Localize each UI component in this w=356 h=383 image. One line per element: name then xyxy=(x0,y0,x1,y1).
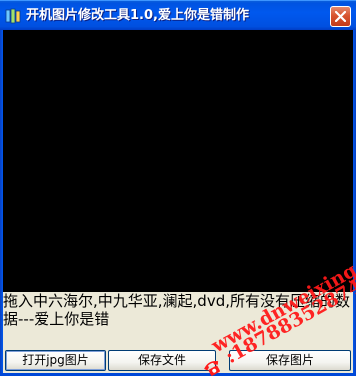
window-title: 开机图片修改工具1.0,爱上你是错制作 xyxy=(26,8,249,23)
title-bar[interactable]: 开机图片修改工具1.0,爱上你是错制作 xyxy=(0,0,356,30)
close-button[interactable] xyxy=(330,6,351,27)
open-jpg-button[interactable]: 打开jpg图片 xyxy=(5,350,106,371)
image-preview-area[interactable] xyxy=(3,30,353,292)
close-icon xyxy=(335,11,346,22)
app-window: 开机图片修改工具1.0,爱上你是错制作 拖入中六海尔,中九华亚,澜起,dvd,所… xyxy=(0,0,356,376)
phone-icon xyxy=(200,356,227,383)
app-icon xyxy=(5,8,21,24)
